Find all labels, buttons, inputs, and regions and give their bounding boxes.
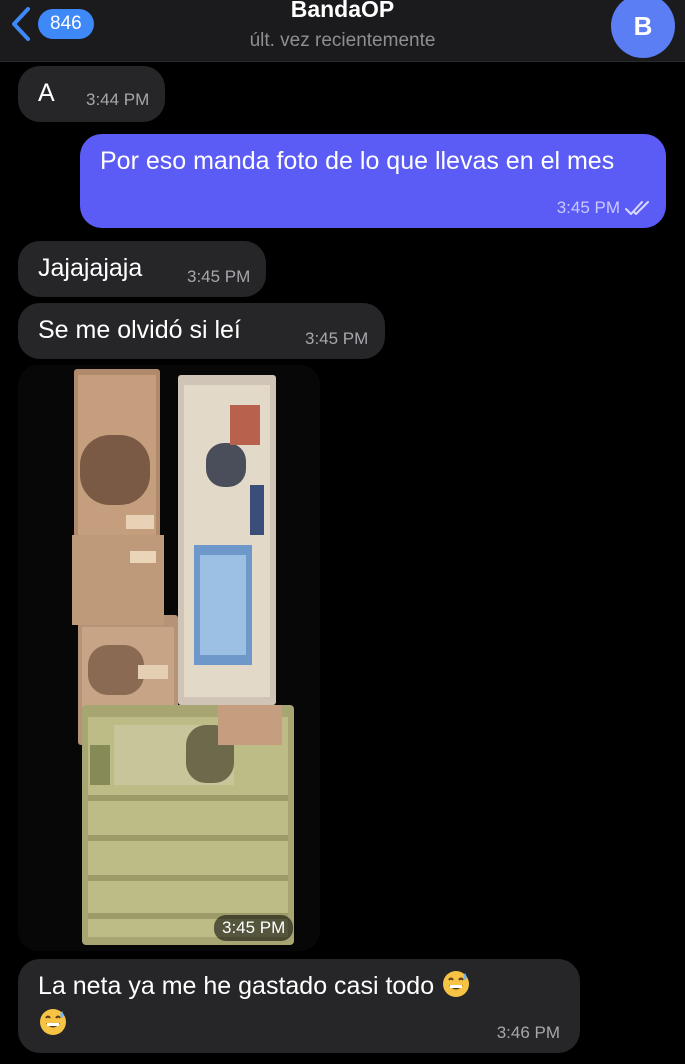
message-time: 3:45 PM — [305, 329, 369, 348]
grinning-sweat-emoji-icon — [443, 971, 470, 997]
message-bubble[interactable]: Por eso manda foto de lo que llevas en e… — [80, 134, 666, 228]
message-time: 3:44 PM — [86, 90, 150, 109]
double-check-icon — [625, 201, 649, 215]
last-seen-status: últ. vez recientemente — [249, 30, 436, 51]
message-text-wrap: La neta ya me he gastado casi todo — [38, 967, 568, 1043]
message-bubble[interactable]: A 3:44 PM — [18, 66, 165, 122]
message-bubble[interactable]: Jajajajaja 3:45 PM — [18, 241, 266, 297]
banknotes-photo — [18, 365, 320, 951]
message-time: 3:46 PM — [496, 1023, 560, 1042]
banknote-stack-middle — [178, 375, 276, 705]
chat-header: 846 BandaOP últ. vez recientemente B — [0, 0, 685, 62]
message-time: 3:45 PM — [556, 198, 620, 217]
message-text: La neta ya me he gastado casi todo — [38, 972, 435, 1000]
message-text: Se me olvidó si leí — [38, 316, 241, 344]
message-time: 3:45 PM — [187, 267, 251, 286]
message-bubble[interactable]: Se me olvidó si leí 3:45 PM — [18, 303, 385, 359]
message-text: Por eso manda foto de lo que llevas en e… — [100, 147, 615, 175]
message-time: 3:45 PM — [214, 915, 294, 941]
message-text: Jajajajaja — [38, 254, 143, 282]
message-meta: 3:45 PM — [557, 198, 652, 218]
message-text: A — [38, 79, 55, 107]
grinning-sweat-emoji-icon — [40, 1009, 66, 1035]
photo-message[interactable]: 3:45 PM — [18, 365, 320, 951]
message-bubble[interactable]: La neta ya me he gastado casi todo 3:46 … — [18, 959, 580, 1053]
chat-title[interactable]: BandaOP — [0, 0, 685, 23]
banknote-stack-bottom — [82, 705, 294, 945]
